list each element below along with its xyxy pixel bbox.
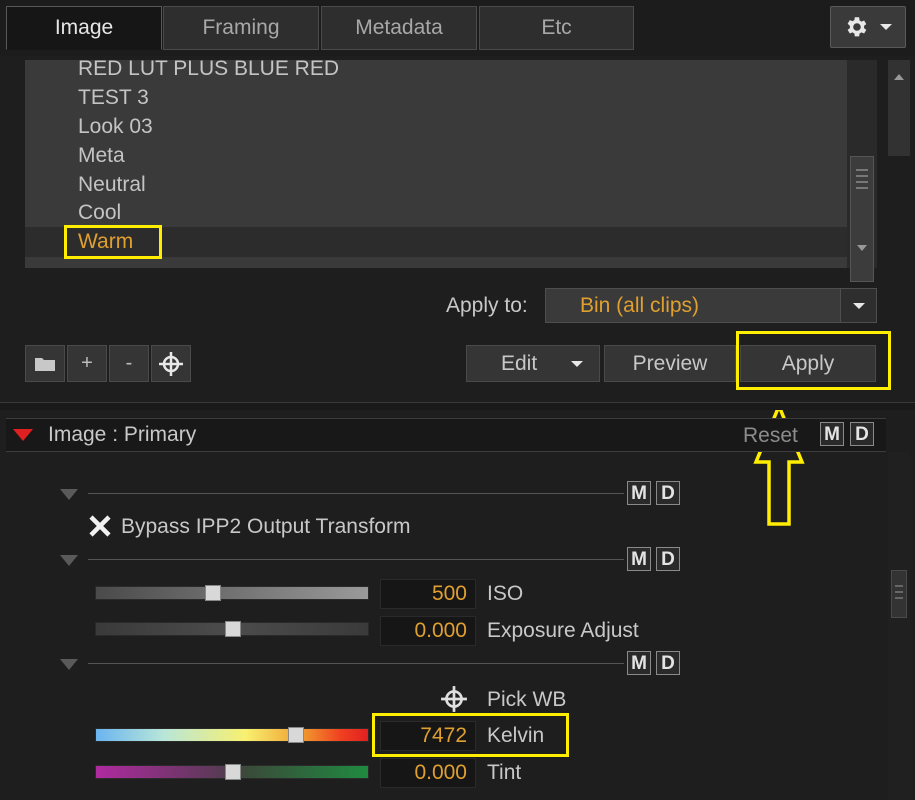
scroll-up-arrow-icon[interactable] <box>893 72 905 82</box>
edit-button-label: Edit <box>501 351 538 375</box>
remove-look-button[interactable]: - <box>109 345 149 382</box>
iso-label: ISO <box>487 582 524 605</box>
collapse-triangle-icon[interactable] <box>12 428 34 442</box>
group-collapse-icon[interactable] <box>60 659 78 670</box>
metadata-toggle-m[interactable]: M <box>627 481 651 505</box>
slider-thumb[interactable] <box>288 727 304 743</box>
tab-framing[interactable]: Framing <box>163 6 319 50</box>
iso-value-field[interactable]: 500 <box>380 579 476 609</box>
highlight-box-apply <box>736 331 891 390</box>
edit-button[interactable]: Edit <box>466 345 600 382</box>
metadata-toggle-m[interactable]: M <box>820 422 844 446</box>
scroll-thumb[interactable] <box>850 156 874 282</box>
list-item[interactable]: TEST 3 <box>78 84 149 112</box>
exposure-slider[interactable] <box>95 621 369 637</box>
crosshair-icon <box>159 351 183 376</box>
pick-wb-label[interactable]: Pick WB <box>487 686 566 714</box>
bypass-checkbox[interactable] <box>88 514 112 538</box>
panel-divider[interactable] <box>0 402 915 410</box>
highlight-box-kelvin <box>372 713 569 757</box>
list-item[interactable]: Neutral <box>78 171 146 199</box>
preview-button[interactable]: Preview <box>604 345 736 382</box>
list-scrollbar[interactable] <box>847 60 877 282</box>
list-item[interactable]: RED LUT PLUS BLUE RED <box>78 55 339 83</box>
group-divider <box>88 559 624 560</box>
slider-thumb[interactable] <box>225 764 241 780</box>
pick-look-button[interactable] <box>151 345 191 382</box>
gear-icon <box>847 17 867 37</box>
tab-bar: Image Framing Metadata Etc <box>0 0 915 56</box>
list-item[interactable]: Look 03 <box>78 113 153 141</box>
tint-label: Tint <box>487 761 522 784</box>
group-divider <box>88 663 624 664</box>
metadata-toggle-m[interactable]: M <box>627 651 651 675</box>
iso-slider[interactable] <box>95 585 369 601</box>
tint-value-field[interactable]: 0.000 <box>380 758 476 788</box>
slider-thumb[interactable] <box>205 585 221 601</box>
open-folder-button[interactable] <box>25 345 65 382</box>
group-collapse-icon[interactable] <box>60 489 78 500</box>
apply-to-dropdown-button[interactable] <box>840 288 877 323</box>
metadata-toggle-d[interactable]: D <box>656 651 680 675</box>
exposure-label: Exposure Adjust <box>487 619 639 642</box>
chevron-down-icon <box>880 24 892 30</box>
apply-to-select[interactable]: Bin (all clips) <box>545 288 877 323</box>
metadata-toggle-m[interactable]: M <box>627 547 651 571</box>
tab-image[interactable]: Image <box>6 6 162 50</box>
tint-slider[interactable] <box>95 764 369 780</box>
apply-to-label: Apply to: <box>446 294 528 317</box>
highlight-box-warm <box>64 225 162 259</box>
metadata-toggle-d[interactable]: D <box>850 422 874 446</box>
panel-scrollbar[interactable] <box>888 60 910 156</box>
crosshair-icon[interactable] <box>440 685 468 713</box>
metadata-toggle-d[interactable]: D <box>656 481 680 505</box>
metadata-toggle-d[interactable]: D <box>656 547 680 571</box>
folder-icon <box>35 357 55 371</box>
chevron-down-icon <box>571 361 583 367</box>
tab-metadata[interactable]: Metadata <box>321 6 477 50</box>
add-look-button[interactable]: + <box>67 345 107 382</box>
kelvin-slider[interactable] <box>95 727 369 743</box>
slider-thumb[interactable] <box>225 621 241 637</box>
tab-etc[interactable]: Etc <box>479 6 634 50</box>
group-collapse-icon[interactable] <box>60 555 78 566</box>
list-item[interactable]: Cool <box>78 199 121 227</box>
exposure-value-field[interactable]: 0.000 <box>380 616 476 646</box>
bypass-label: Bypass IPP2 Output Transform <box>121 515 411 538</box>
settings-menu-button[interactable] <box>830 6 906 48</box>
chevron-down-icon <box>852 302 865 309</box>
reset-button[interactable]: Reset <box>743 421 798 451</box>
scroll-down-arrow-icon[interactable] <box>855 243 869 253</box>
section-title: Image : Primary <box>48 423 197 446</box>
scroll-thumb[interactable] <box>891 570 907 618</box>
panel-scrollbar[interactable] <box>888 452 910 800</box>
list-item[interactable]: Meta <box>78 142 125 170</box>
group-divider <box>88 493 624 494</box>
